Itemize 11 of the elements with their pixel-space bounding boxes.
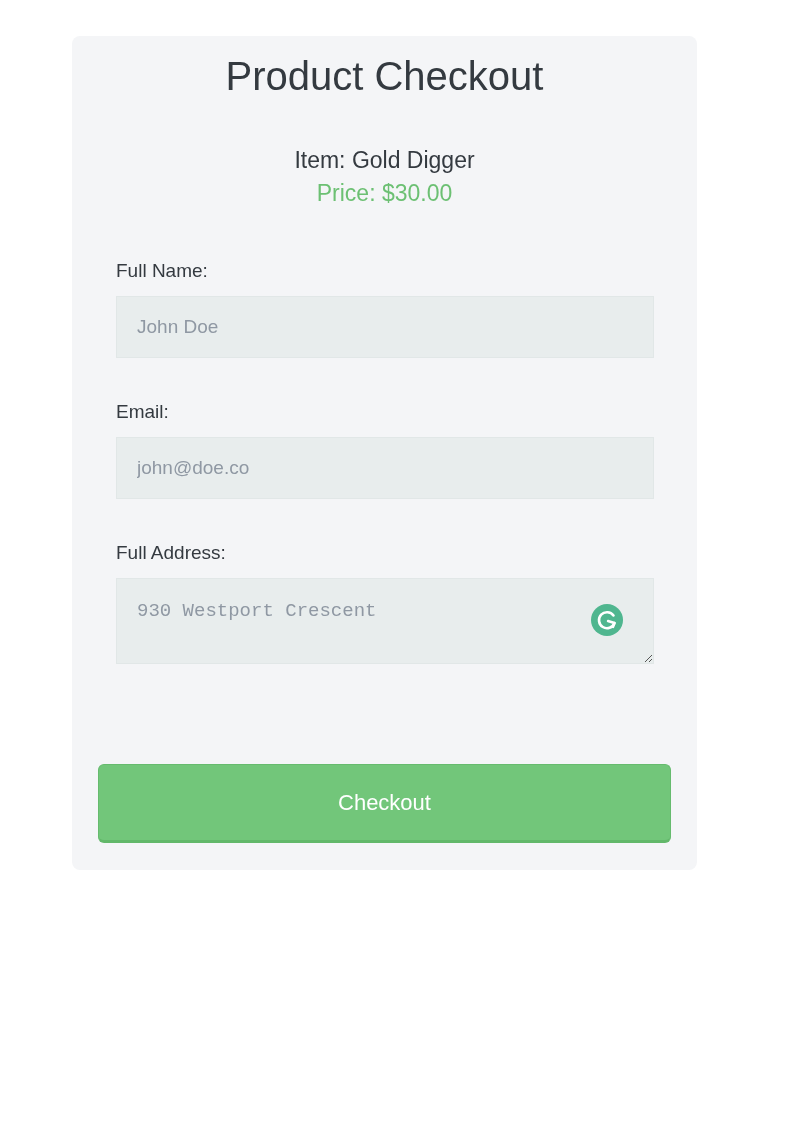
page-title: Product Checkout (225, 53, 544, 100)
text-input-field[interactable]: John Doe (116, 296, 654, 358)
checkout-button[interactable]: Checkout (98, 764, 671, 843)
field-label: Full Address: (116, 541, 226, 565)
field-label: Email: (116, 400, 169, 424)
text-input-field[interactable]: john@doe.co (116, 437, 654, 499)
item-price: Price: $30.00 (316, 179, 453, 208)
field-label: Full Name: (116, 259, 208, 283)
address-textarea-field[interactable]: 930 Westport Crescent (116, 578, 654, 664)
resize-handle-icon[interactable] (644, 654, 652, 662)
item-name: Item: Gold Digger (294, 146, 475, 175)
